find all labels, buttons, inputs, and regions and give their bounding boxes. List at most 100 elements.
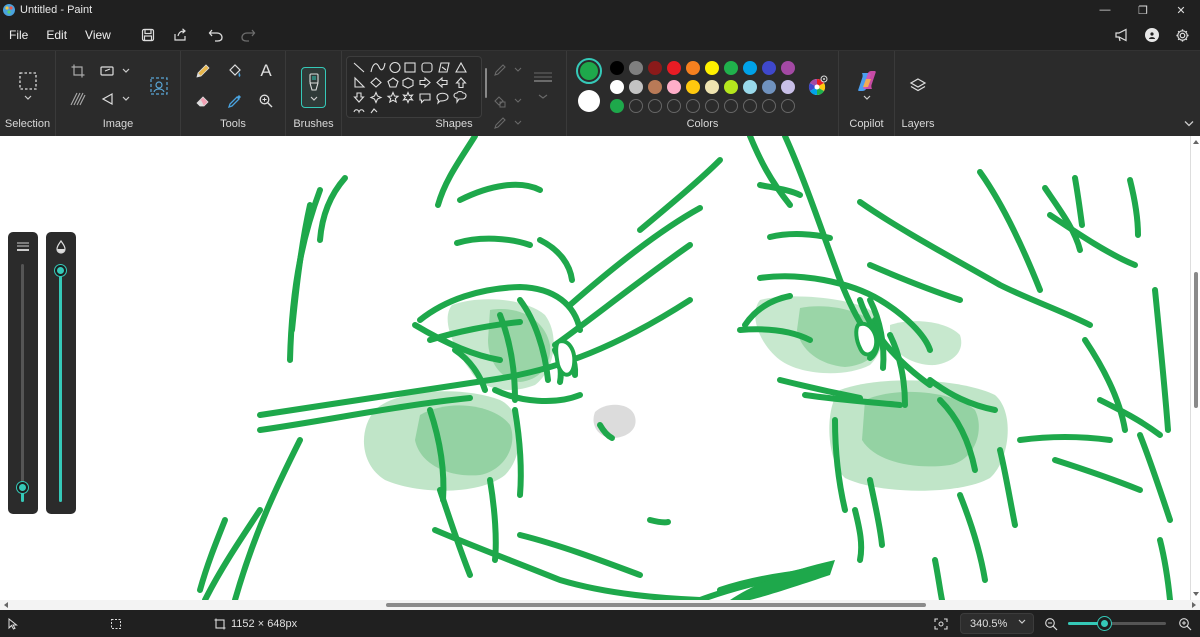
magnifier-button[interactable] — [254, 89, 278, 113]
layers-button[interactable] — [906, 74, 930, 98]
opacity-slider-knob[interactable] — [55, 265, 66, 277]
empty-custom-swatch[interactable] — [724, 99, 738, 113]
palette-swatch[interactable] — [724, 61, 738, 75]
maximize-button[interactable]: ❐ — [1124, 0, 1162, 20]
horizontal-scrollbar[interactable] — [0, 600, 1200, 610]
empty-custom-swatch[interactable] — [762, 99, 776, 113]
undo-button[interactable] — [200, 20, 232, 50]
close-button[interactable]: ✕ — [1162, 0, 1200, 20]
empty-custom-swatch[interactable] — [743, 99, 757, 113]
ribbon-collapse-button[interactable] — [1184, 119, 1194, 130]
size-slider-track[interactable] — [21, 264, 24, 502]
vertical-scroll-thumb[interactable] — [1194, 272, 1198, 408]
palette-swatch[interactable] — [629, 80, 643, 94]
zoom-out-button[interactable] — [1044, 610, 1058, 637]
empty-custom-swatch[interactable] — [648, 99, 662, 113]
size-slider-knob[interactable] — [17, 481, 28, 493]
redo-button[interactable] — [232, 20, 264, 50]
diamond-shape-icon — [370, 77, 382, 88]
palette-swatch[interactable] — [762, 61, 776, 75]
palette-swatch[interactable] — [610, 80, 624, 94]
palette-swatch[interactable] — [648, 61, 662, 75]
pencil-button[interactable] — [191, 59, 215, 83]
outline-dropdown-top[interactable] — [492, 110, 524, 134]
sketch-stroke — [1047, 212, 1138, 268]
palette-swatch[interactable] — [781, 80, 795, 94]
chevron-down-icon — [1018, 617, 1026, 627]
canvas-size-display: 1152 × 648px — [214, 610, 297, 637]
selection-dropdown[interactable] — [16, 91, 40, 105]
shape-outline-picker[interactable] — [492, 58, 524, 82]
edit-colors-button[interactable] — [806, 74, 830, 98]
color-1-swatch — [580, 62, 598, 80]
palette-swatch[interactable] — [743, 61, 757, 75]
rotate-button[interactable] — [98, 87, 132, 111]
layers-group: Layers — [895, 51, 941, 137]
image-background-button[interactable] — [146, 73, 172, 99]
resize-button[interactable] — [98, 59, 132, 83]
palette-swatch[interactable] — [648, 80, 662, 94]
palette-swatch[interactable] — [724, 80, 738, 94]
color-2-button[interactable] — [578, 90, 600, 112]
drawing-canvas[interactable] — [0, 136, 1190, 600]
palette-swatch[interactable] — [705, 61, 719, 75]
menu-file[interactable]: File — [0, 20, 37, 50]
custom-swatch[interactable] — [610, 99, 624, 113]
stroke-size-button[interactable] — [530, 67, 556, 103]
selection-size — [110, 610, 122, 637]
shape-icons — [353, 61, 467, 114]
select-button[interactable] — [16, 69, 40, 93]
four-point-star-shape-icon — [369, 91, 383, 104]
vertical-scrollbar[interactable] — [1190, 136, 1200, 600]
empty-custom-swatch[interactable] — [781, 99, 795, 113]
brushes-button[interactable] — [301, 67, 326, 108]
sketch-stroke — [487, 477, 499, 563]
palette-swatch[interactable] — [629, 61, 643, 75]
zoom-slider[interactable] — [1068, 617, 1166, 630]
sketch-stroke — [1082, 337, 1128, 433]
settings-button[interactable] — [1170, 23, 1194, 47]
fill-button[interactable] — [223, 59, 247, 83]
empty-custom-swatch[interactable] — [705, 99, 719, 113]
shapes-scrollbar[interactable] — [483, 63, 489, 103]
palette-swatch[interactable] — [686, 61, 700, 75]
palette-swatch[interactable] — [705, 80, 719, 94]
shape-fill-picker[interactable] — [492, 89, 524, 113]
sketch-stroke — [867, 477, 885, 548]
palette-swatch[interactable] — [610, 61, 624, 75]
crop-button[interactable] — [66, 59, 90, 83]
minimize-button[interactable]: — — [1086, 0, 1124, 20]
color-picker-button[interactable] — [223, 89, 247, 113]
copilot-dropdown[interactable] — [855, 91, 879, 105]
palette-swatch[interactable] — [667, 61, 681, 75]
tools-group: A Tools — [181, 51, 286, 137]
fit-to-window-button[interactable] — [934, 610, 948, 637]
account-button[interactable] — [1140, 23, 1164, 47]
polygon-shape-icon — [438, 62, 450, 73]
colors-label: Colors — [686, 118, 719, 130]
empty-custom-swatch[interactable] — [667, 99, 681, 113]
menu-edit[interactable]: Edit — [37, 20, 76, 50]
color-1-button[interactable] — [576, 58, 602, 84]
palette-swatch[interactable] — [667, 80, 681, 94]
menu-view[interactable]: View — [76, 20, 120, 50]
palette-swatch[interactable] — [781, 61, 795, 75]
zoom-slider-knob[interactable] — [1098, 617, 1112, 630]
zoom-in-button[interactable] — [1178, 610, 1192, 637]
palette-swatch[interactable] — [743, 80, 757, 94]
save-button[interactable] — [132, 20, 164, 50]
empty-custom-swatch[interactable] — [629, 99, 643, 113]
share-button[interactable] — [164, 20, 196, 50]
zoom-level-dropdown[interactable]: 340.5% — [960, 613, 1034, 634]
feedback-button[interactable] — [1110, 23, 1134, 47]
eraser-button[interactable] — [191, 89, 215, 113]
image-layers-button[interactable] — [66, 87, 90, 111]
palette-swatch[interactable] — [762, 80, 776, 94]
text-button[interactable]: A — [254, 59, 278, 83]
empty-custom-swatch[interactable] — [686, 99, 700, 113]
sketch-stroke — [457, 181, 543, 203]
copilot-button[interactable] — [855, 69, 879, 93]
horizontal-scroll-thumb[interactable] — [386, 603, 926, 607]
palette-swatch[interactable] — [686, 80, 700, 94]
copilot-label: Copilot — [849, 118, 884, 130]
